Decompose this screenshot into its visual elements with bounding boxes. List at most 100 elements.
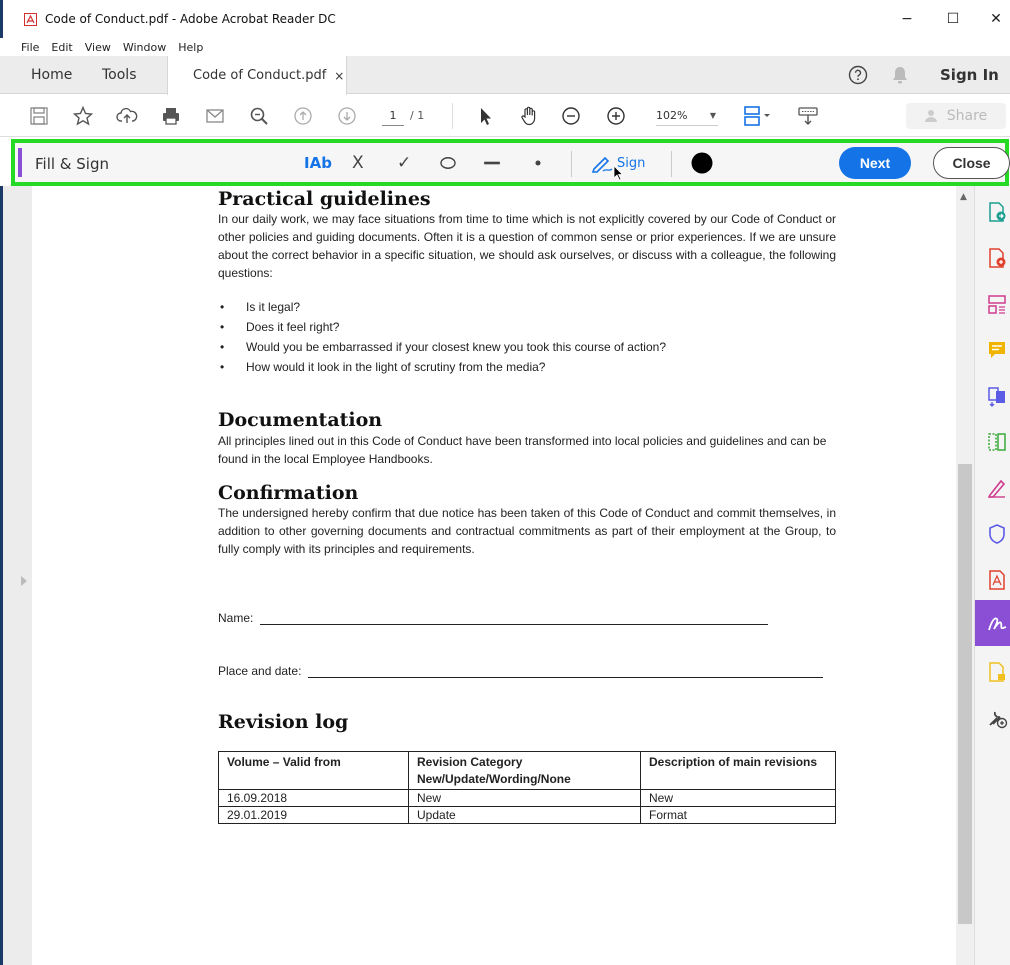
- organize-pages-icon[interactable]: [983, 290, 1010, 318]
- right-tools-panel: [974, 186, 1010, 965]
- dot-tool-icon[interactable]: [527, 151, 549, 175]
- title-bar: Code of Conduct.pdf - Adobe Acrobat Read…: [0, 0, 1010, 38]
- user-share-icon: [924, 110, 937, 122]
- email-icon[interactable]: [202, 103, 228, 129]
- fill-sign-toolbar: Fill & Sign IAb X ✓ Sign Next Close: [11, 139, 1010, 186]
- more-tools-wrench-icon[interactable]: [983, 704, 1010, 732]
- scrollbar-thumb[interactable]: [958, 464, 972, 924]
- acrobat-pdf-icon[interactable]: [983, 566, 1010, 594]
- table-header-row: Volume – Valid from Revision Category New…: [218, 751, 836, 790]
- maximize-button[interactable]: ☐: [930, 0, 976, 38]
- edit-pen-icon[interactable]: [983, 474, 1010, 502]
- table-header-cell: Revision Category New/Update/Wording/None: [408, 751, 641, 790]
- main-toolbar: 1 / 1 102% ▼ Share: [0, 95, 1010, 137]
- mouse-cursor-icon: [613, 165, 624, 181]
- tab-close-icon[interactable]: ×: [334, 69, 344, 83]
- scroll-up-icon[interactable]: ▲: [960, 192, 967, 202]
- place-date-signature-line[interactable]: [308, 665, 823, 678]
- list-item: Does it feel right?: [220, 318, 339, 336]
- sign-in-link[interactable]: Sign In: [940, 56, 999, 94]
- name-signature-line[interactable]: [260, 612, 768, 625]
- documentation-paragraph: All principles lined out in this Code of…: [218, 434, 827, 466]
- acrobat-app-icon: [24, 12, 37, 26]
- close-window-button[interactable]: ✕: [973, 0, 1010, 38]
- notification-bell-icon[interactable]: [891, 65, 909, 85]
- zoom-search-icon[interactable]: [246, 103, 272, 129]
- send-for-review-icon[interactable]: [983, 658, 1010, 686]
- menu-file[interactable]: File: [21, 41, 39, 54]
- table-cell: New: [408, 789, 641, 807]
- menu-help[interactable]: Help: [178, 41, 203, 54]
- next-button[interactable]: Next: [839, 147, 911, 179]
- practical-intro-paragraph: In our daily work, we may face situation…: [218, 212, 836, 280]
- protect-shield-icon[interactable]: [983, 520, 1010, 548]
- table-cell: 29.01.2019: [218, 806, 409, 824]
- compress-pdf-icon[interactable]: [983, 428, 1010, 456]
- page-total: / 1: [410, 109, 425, 122]
- heading-documentation: Documentation: [218, 409, 383, 431]
- color-picker-dot[interactable]: [691, 152, 713, 174]
- page-layout-icon[interactable]: [740, 103, 774, 129]
- list-item: Is it legal?: [220, 298, 300, 316]
- menu-view[interactable]: View: [85, 41, 111, 54]
- table-cell: Format: [640, 806, 836, 824]
- zoom-in-icon[interactable]: [603, 103, 629, 129]
- circle-tool-icon[interactable]: [437, 151, 459, 175]
- export-pdf-icon[interactable]: [983, 198, 1010, 226]
- toolbar-divider: [452, 103, 453, 129]
- fill-sign-title: Fill & Sign: [35, 155, 109, 173]
- combine-files-icon[interactable]: [983, 382, 1010, 410]
- keyboard-tools-icon[interactable]: [795, 103, 821, 129]
- window-title: Code of Conduct.pdf - Adobe Acrobat Read…: [45, 12, 336, 26]
- bookmark-star-icon[interactable]: [70, 103, 96, 129]
- table-row: 16.09.2018 New New: [218, 789, 836, 807]
- add-text-tool[interactable]: IAb: [304, 151, 332, 175]
- tab-home[interactable]: Home: [31, 56, 72, 94]
- revision-log-table: Volume – Valid from Revision Category New…: [218, 751, 836, 824]
- hand-tool-icon[interactable]: [516, 103, 542, 129]
- fill-sign-divider: [671, 151, 672, 177]
- page-number-input[interactable]: 1: [382, 106, 404, 126]
- chevron-down-icon: ▼: [709, 111, 716, 120]
- close-fill-sign-button[interactable]: Close: [933, 147, 1010, 179]
- vertical-scrollbar[interactable]: ▲: [956, 186, 974, 965]
- table-cell: Update: [408, 806, 641, 824]
- heading-confirmation: Confirmation: [218, 482, 359, 504]
- cross-mark-tool[interactable]: X: [352, 151, 364, 175]
- table-cell: New: [640, 789, 836, 807]
- comment-icon[interactable]: [983, 336, 1010, 364]
- fill-sign-icon[interactable]: [983, 610, 1010, 638]
- header-revision-category: Revision Category: [417, 755, 523, 769]
- tab-document-label: Code of Conduct.pdf: [193, 68, 327, 83]
- fill-sign-accent-bar: [18, 148, 22, 177]
- tab-tools[interactable]: Tools: [102, 56, 137, 94]
- zoom-out-icon[interactable]: [558, 103, 584, 129]
- select-arrow-icon[interactable]: [472, 103, 498, 129]
- cloud-upload-icon[interactable]: [114, 103, 140, 129]
- document-pane[interactable]: Practical guidelines In our daily work, …: [32, 186, 956, 965]
- pen-sign-icon: [591, 156, 613, 173]
- list-item: Would you be embarrassed if your closest…: [220, 338, 666, 356]
- table-header-cell: Volume – Valid from: [218, 751, 409, 790]
- create-pdf-icon[interactable]: [983, 244, 1010, 272]
- line-tool-icon[interactable]: [481, 151, 503, 175]
- zoom-level-dropdown[interactable]: 102% ▼: [656, 106, 718, 126]
- menu-window[interactable]: Window: [123, 41, 166, 54]
- print-icon[interactable]: [158, 103, 184, 129]
- name-field-label: Name:: [218, 611, 254, 625]
- expand-left-panel-icon[interactable]: [21, 576, 27, 586]
- minimize-button[interactable]: −: [884, 0, 930, 38]
- next-page-icon[interactable]: [334, 103, 360, 129]
- tab-document[interactable]: Code of Conduct.pdf ×: [167, 56, 347, 95]
- fill-sign-divider: [571, 151, 572, 177]
- previous-page-icon[interactable]: [290, 103, 316, 129]
- confirmation-paragraph: The undersigned hereby confirm that due …: [218, 506, 836, 556]
- checkmark-tool[interactable]: ✓: [397, 151, 411, 175]
- menu-bar: File Edit View Window Help: [0, 38, 1010, 56]
- share-button[interactable]: Share: [906, 103, 1006, 129]
- menu-edit[interactable]: Edit: [51, 41, 72, 54]
- save-icon[interactable]: [26, 103, 52, 129]
- heading-revision-log: Revision log: [218, 711, 349, 733]
- help-icon[interactable]: [848, 65, 868, 85]
- table-header-cell: Description of main revisions: [640, 751, 836, 790]
